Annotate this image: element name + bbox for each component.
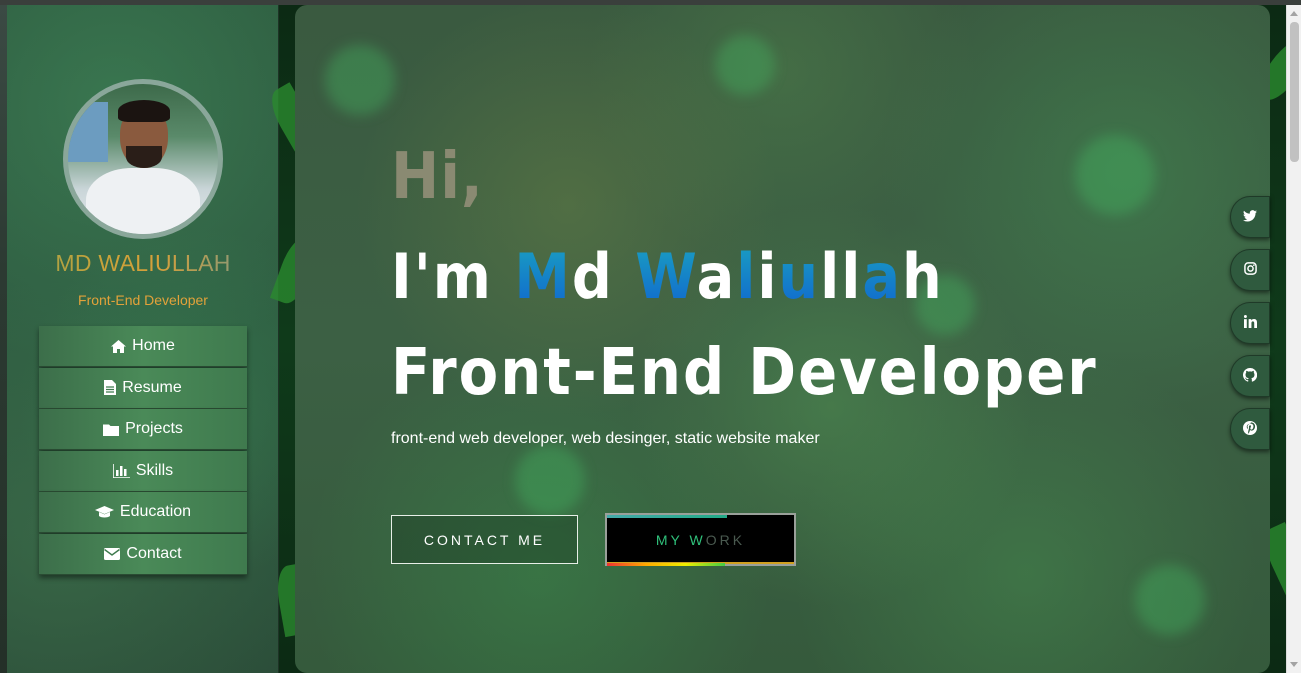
hero-name-letter: W — [635, 240, 697, 313]
hero-name-letter: l — [820, 240, 842, 313]
twitter-link[interactable] — [1230, 196, 1270, 238]
linkedin-icon — [1243, 315, 1257, 331]
avatar — [63, 79, 223, 239]
nav-item-label: Projects — [125, 420, 183, 438]
hero-name-letter: M — [514, 240, 572, 313]
sidebar-nav: Home Resume Projects Skills Education Co… — [39, 326, 247, 576]
contact-me-button[interactable]: CONTACT ME — [391, 515, 578, 564]
home-icon — [111, 339, 127, 353]
hero-intro-prefix: I'm — [391, 240, 515, 313]
pinterest-icon — [1243, 420, 1257, 438]
hero-name-letter: i — [757, 240, 779, 313]
linkedin-link[interactable] — [1230, 302, 1270, 344]
nav-item-contact[interactable]: Contact — [39, 533, 247, 575]
my-work-label-a: MY W — [655, 531, 706, 548]
nav-item-label: Education — [119, 503, 192, 521]
hero-name-letter: a — [862, 240, 902, 313]
nav-item-education[interactable]: Education — [39, 492, 247, 534]
hero-greeting: Hi, — [391, 140, 484, 214]
bar-chart-icon — [112, 463, 130, 478]
nav-item-projects[interactable]: Projects — [39, 409, 247, 451]
nav-item-resume[interactable]: Resume — [39, 367, 247, 409]
file-icon — [104, 380, 117, 396]
hero-name-letter: l — [736, 240, 758, 313]
instagram-link[interactable] — [1230, 249, 1270, 291]
hero-title: Front-End Developer — [391, 336, 1098, 410]
hero-name-letter: l — [841, 240, 863, 313]
profile-name: MD WALIULLAH — [7, 250, 279, 277]
nav-item-label: Resume — [122, 378, 182, 396]
hero-tagline: front-end web developer, web desinger, s… — [391, 430, 820, 447]
twitter-icon — [1243, 209, 1257, 225]
pinterest-link[interactable] — [1230, 408, 1270, 450]
instagram-icon — [1243, 262, 1257, 278]
my-work-label-b: ORK — [705, 531, 746, 548]
github-link[interactable] — [1230, 355, 1270, 397]
hero-name-letter — [614, 240, 635, 313]
social-links — [1230, 196, 1270, 461]
scrollbar-thumb[interactable] — [1290, 22, 1299, 162]
hero-name-letter: u — [778, 240, 821, 313]
github-icon — [1242, 367, 1258, 385]
nav-item-label: Home — [132, 337, 175, 354]
graduation-cap-icon — [94, 505, 114, 519]
envelope-icon — [104, 547, 121, 560]
hero-name-letter: h — [902, 240, 944, 313]
folder-icon — [103, 423, 120, 436]
hero-name-letter: d — [571, 240, 614, 313]
nav-item-label: Contact — [126, 544, 182, 562]
scroll-up-arrow-icon[interactable] — [1290, 11, 1298, 16]
vertical-scrollbar[interactable] — [1286, 5, 1301, 673]
nav-item-label: Skills — [135, 461, 174, 479]
window-left-edge — [0, 5, 7, 673]
my-work-button[interactable]: MY W ORK — [605, 513, 796, 566]
scroll-down-arrow-icon[interactable] — [1290, 662, 1298, 667]
profile-role: Front-End Developer — [78, 292, 208, 308]
nav-item-home[interactable]: Home — [39, 326, 247, 367]
nav-item-skills[interactable]: Skills — [39, 450, 247, 492]
hero-intro: I'm Md Waliullah — [391, 240, 944, 313]
hero-name-letter: a — [696, 240, 737, 313]
